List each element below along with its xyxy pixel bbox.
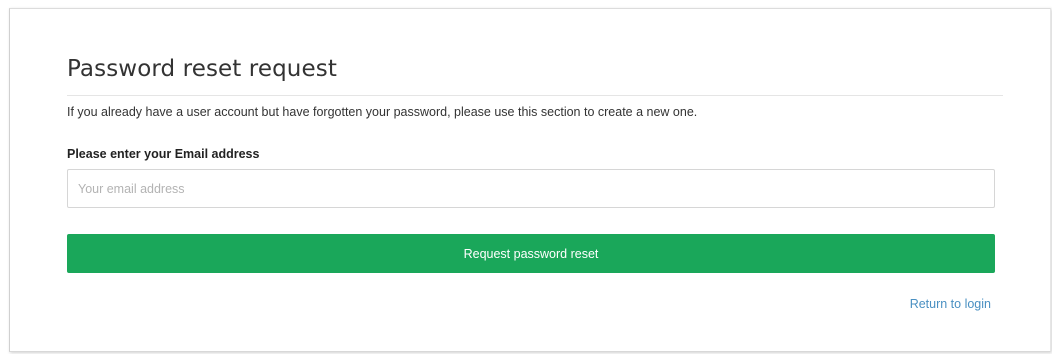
password-reset-panel: Password reset request If you already ha… — [9, 8, 1051, 352]
page-title: Password reset request — [67, 56, 337, 82]
email-field[interactable] — [67, 169, 995, 208]
page: Password reset request If you already ha… — [0, 0, 1052, 354]
title-divider — [67, 95, 1003, 96]
instructions-text: If you already have a user account but h… — [67, 105, 698, 119]
request-password-reset-button[interactable]: Request password reset — [67, 234, 995, 273]
email-field-label: Please enter your Email address — [67, 147, 260, 161]
return-to-login-link[interactable]: Return to login — [910, 297, 991, 311]
